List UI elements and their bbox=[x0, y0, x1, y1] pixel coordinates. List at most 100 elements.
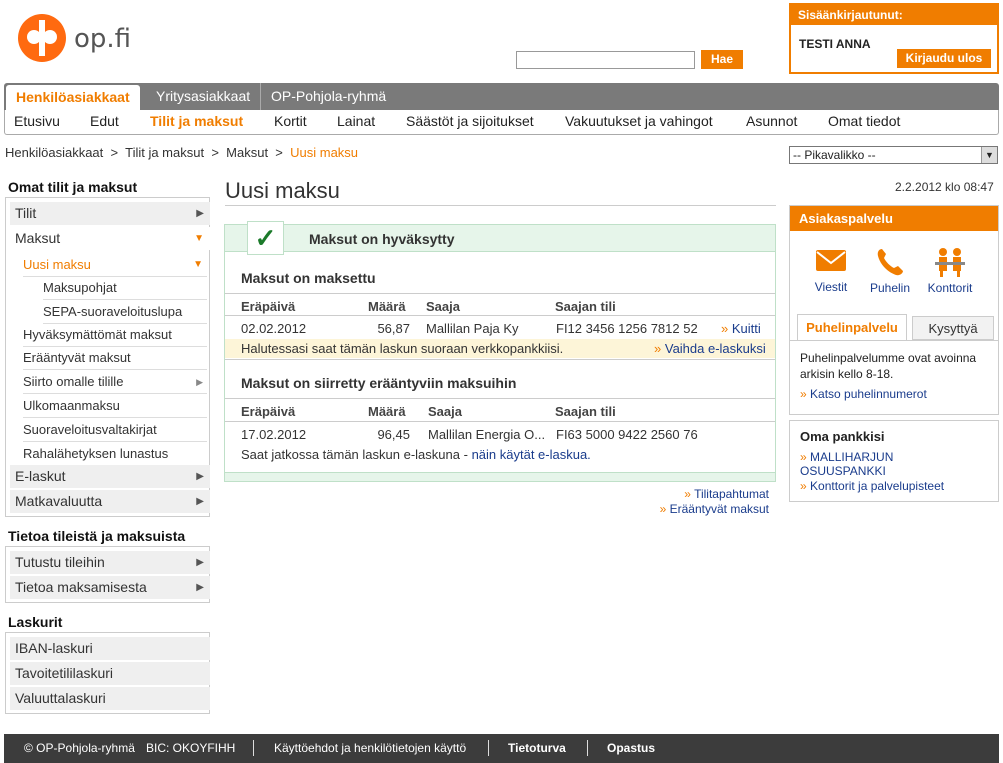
col-header-payee: Saaja bbox=[426, 299, 460, 314]
sidebar-item-maksut[interactable]: Maksut ▼ bbox=[10, 227, 210, 250]
sidebar-item-maksupohjat[interactable]: Maksupohjat bbox=[43, 277, 207, 300]
chevron-right-icon: ▶ bbox=[196, 496, 204, 507]
link-tilitapahtumat-label: Tilitapahtumat bbox=[694, 487, 769, 501]
nav-etusivu[interactable]: Etusivu bbox=[14, 113, 60, 129]
own-bank-link[interactable]: » MALLIHARJUN OSUUSPANKKI bbox=[800, 450, 940, 478]
e-invoice-offer-row: Halutessasi saat tämän laskun suoraan ve… bbox=[225, 339, 775, 358]
op-logo-icon[interactable] bbox=[18, 14, 66, 62]
divider bbox=[225, 293, 775, 294]
tab-yritysasiakkaat[interactable]: Yritysasiakkaat bbox=[146, 83, 262, 110]
offices-link[interactable]: Konttorit bbox=[925, 246, 975, 295]
e-invoice-howto-link[interactable]: näin käytät e-laskua. bbox=[472, 447, 591, 462]
sidebar-item-matkavaluutta[interactable]: Matkavaluutta ▶ bbox=[10, 490, 210, 513]
login-box: Sisäänkirjautunut: TESTI ANNA Kirjaudu u… bbox=[789, 3, 999, 74]
divider bbox=[587, 740, 588, 756]
breadcrumb-maksut[interactable]: Maksut bbox=[226, 145, 268, 160]
sidebar-item-tutustu[interactable]: Tutustu tileihin ▶ bbox=[10, 551, 210, 574]
sidebar-item-uusi-maksu[interactable]: Uusi maksu ▼ bbox=[23, 254, 207, 277]
sidebar-item-sepa[interactable]: SEPA-suoraveloituslupa bbox=[43, 301, 207, 324]
e-invoice-notice-text: Saat jatkossa tämän laskun e-laskuna bbox=[241, 447, 460, 462]
chevron-down-icon: ▼ bbox=[194, 233, 204, 244]
tab-henkiloasiakkaat[interactable]: Henkilöasiakkaat bbox=[6, 85, 140, 110]
tab-op-pohjola-ryhma[interactable]: OP-Pohjola-ryhmä bbox=[261, 83, 396, 110]
phone-numbers-link[interactable]: » Katso puhelinnumerot bbox=[800, 386, 992, 402]
sidebar-item-label: Uusi maksu bbox=[23, 257, 91, 272]
sidebar-item-ulkomaanmaksu[interactable]: Ulkomaanmaksu bbox=[23, 395, 207, 418]
logout-button[interactable]: Kirjaudu ulos bbox=[897, 49, 991, 68]
nav-omat-tiedot[interactable]: Omat tiedot bbox=[828, 113, 900, 129]
sidebar-item-hyvaksymattomat[interactable]: Hyväksymättömät maksut bbox=[23, 324, 207, 347]
sidebar-item-eraantyvat[interactable]: Erääntyvät maksut bbox=[23, 347, 207, 370]
footer-help-link[interactable]: Opastus bbox=[607, 741, 655, 755]
section-moved-title: Maksut on siirretty erääntyviin maksuihi… bbox=[241, 375, 517, 391]
link-eraantyvat-label: Erääntyvät maksut bbox=[669, 502, 769, 516]
e-invoice-notice-dash: - bbox=[463, 447, 468, 462]
sidebar-heading-tietoa: Tietoa tileistä ja maksuista bbox=[8, 528, 186, 544]
phone-icon bbox=[877, 249, 903, 276]
breadcrumb-henkiloasiakkaat[interactable]: Henkilöasiakkaat bbox=[5, 145, 103, 160]
nav-vakuutukset[interactable]: Vakuutukset ja vahingot bbox=[565, 113, 713, 129]
page-title: Uusi maksu bbox=[225, 178, 340, 203]
checkmark-icon: ✓ bbox=[247, 221, 284, 255]
search-button[interactable]: Hae bbox=[701, 50, 743, 69]
tab-kysyttya[interactable]: Kysyttyä bbox=[912, 316, 994, 340]
footer: © OP-Pohjola-ryhmä BIC: OKOYFIHH Käyttöe… bbox=[4, 734, 999, 763]
logo-text[interactable]: op.fi bbox=[74, 24, 131, 54]
confirmation-footer bbox=[225, 472, 775, 481]
nav-kortit[interactable]: Kortit bbox=[274, 113, 307, 129]
date-time: 2.2.2012 klo 08:47 bbox=[895, 180, 994, 194]
col-header-payee: Saaja bbox=[428, 404, 462, 419]
footer-security-link[interactable]: Tietoturva bbox=[508, 741, 566, 755]
divider bbox=[488, 740, 489, 756]
nav-lainat[interactable]: Lainat bbox=[337, 113, 375, 129]
sidebar-item-valuuttalaskuri[interactable]: Valuuttalaskuri bbox=[10, 687, 210, 710]
divider bbox=[225, 359, 775, 360]
divider bbox=[225, 421, 775, 422]
sidebar-item-e-laskut[interactable]: E-laskut ▶ bbox=[10, 465, 210, 488]
chevron-down-icon[interactable]: ▼ bbox=[981, 147, 997, 163]
divider bbox=[253, 740, 254, 756]
logged-in-user: TESTI ANNA bbox=[799, 37, 871, 51]
sidebar-item-label: E-laskut bbox=[15, 468, 66, 484]
quick-menu-select[interactable]: -- Pikavalikko -- ▼ bbox=[789, 146, 998, 164]
breadcrumb-sep: > bbox=[275, 145, 283, 160]
col-header-date: Eräpäivä bbox=[241, 299, 296, 314]
switch-e-invoice-link[interactable]: » Vaihda e-laskuksi bbox=[654, 341, 766, 356]
nav-edut[interactable]: Edut bbox=[90, 113, 119, 129]
section-paid-title: Maksut on maksettu bbox=[241, 270, 376, 286]
sidebar-item-siirto[interactable]: Siirto omalle tilille ▶ bbox=[23, 371, 207, 394]
breadcrumb-sep: > bbox=[110, 145, 119, 160]
link-eraantyvat-maksut[interactable]: » Erääntyvät maksut bbox=[560, 502, 769, 516]
offices-services-link[interactable]: » Konttorit ja palvelupisteet bbox=[800, 479, 944, 493]
messages-link[interactable]: Viestit bbox=[806, 246, 856, 294]
confirmation-message: Maksut on hyväksytty bbox=[309, 231, 455, 247]
row-amount: 56,87 bbox=[377, 321, 410, 336]
chevron-right-icon: ▶ bbox=[196, 582, 204, 593]
phone-link[interactable]: Puhelin bbox=[865, 246, 915, 295]
row-account: FI63 5000 9422 2560 76 bbox=[556, 427, 698, 442]
sidebar-item-rahalahetys[interactable]: Rahalähetyksen lunastus bbox=[23, 443, 207, 466]
tab-puhelinpalvelu[interactable]: Puhelinpalvelu bbox=[797, 314, 907, 340]
footer-bic: BIC: OKOYFIHH bbox=[146, 741, 236, 755]
sidebar-item-label: Tutustu tileihin bbox=[15, 554, 105, 570]
search-input[interactable] bbox=[516, 51, 695, 69]
sidebar-item-iban-laskuri[interactable]: IBAN-laskuri bbox=[10, 637, 210, 660]
breadcrumb-tilit-ja-maksut[interactable]: Tilit ja maksut bbox=[125, 145, 204, 160]
nav-asunnot[interactable]: Asunnot bbox=[746, 113, 797, 129]
divider bbox=[225, 315, 775, 316]
sidebar-item-tavoitetililaskuri[interactable]: Tavoitetililaskuri bbox=[10, 662, 210, 685]
sidebar-item-tilit[interactable]: Tilit ▶ bbox=[10, 202, 210, 225]
sidebar-item-suoraveloitus[interactable]: Suoraveloitusvaltakirjat bbox=[23, 419, 207, 442]
sidebar-item-label: Siirto omalle tilille bbox=[23, 374, 124, 389]
sidebar-item-tietoa-maksamisesta[interactable]: Tietoa maksamisesta ▶ bbox=[10, 576, 210, 599]
footer-terms-link[interactable]: Käyttöehdot ja henkilötietojen käyttö bbox=[274, 741, 466, 755]
nav-saastot[interactable]: Säästöt ja sijoitukset bbox=[406, 113, 534, 129]
footer-copyright: © OP-Pohjola-ryhmä bbox=[24, 741, 135, 755]
row-date: 02.02.2012 bbox=[241, 321, 307, 336]
receipt-link[interactable]: » Kuitti bbox=[721, 321, 761, 336]
nav-tilit-ja-maksut[interactable]: Tilit ja maksut bbox=[150, 113, 243, 129]
row-amount: 96,45 bbox=[377, 427, 410, 442]
messages-label: Viestit bbox=[814, 280, 848, 294]
offices-services-label: Konttorit ja palvelupisteet bbox=[810, 479, 945, 493]
link-tilitapahtumat[interactable]: » Tilitapahtumat bbox=[560, 487, 769, 501]
